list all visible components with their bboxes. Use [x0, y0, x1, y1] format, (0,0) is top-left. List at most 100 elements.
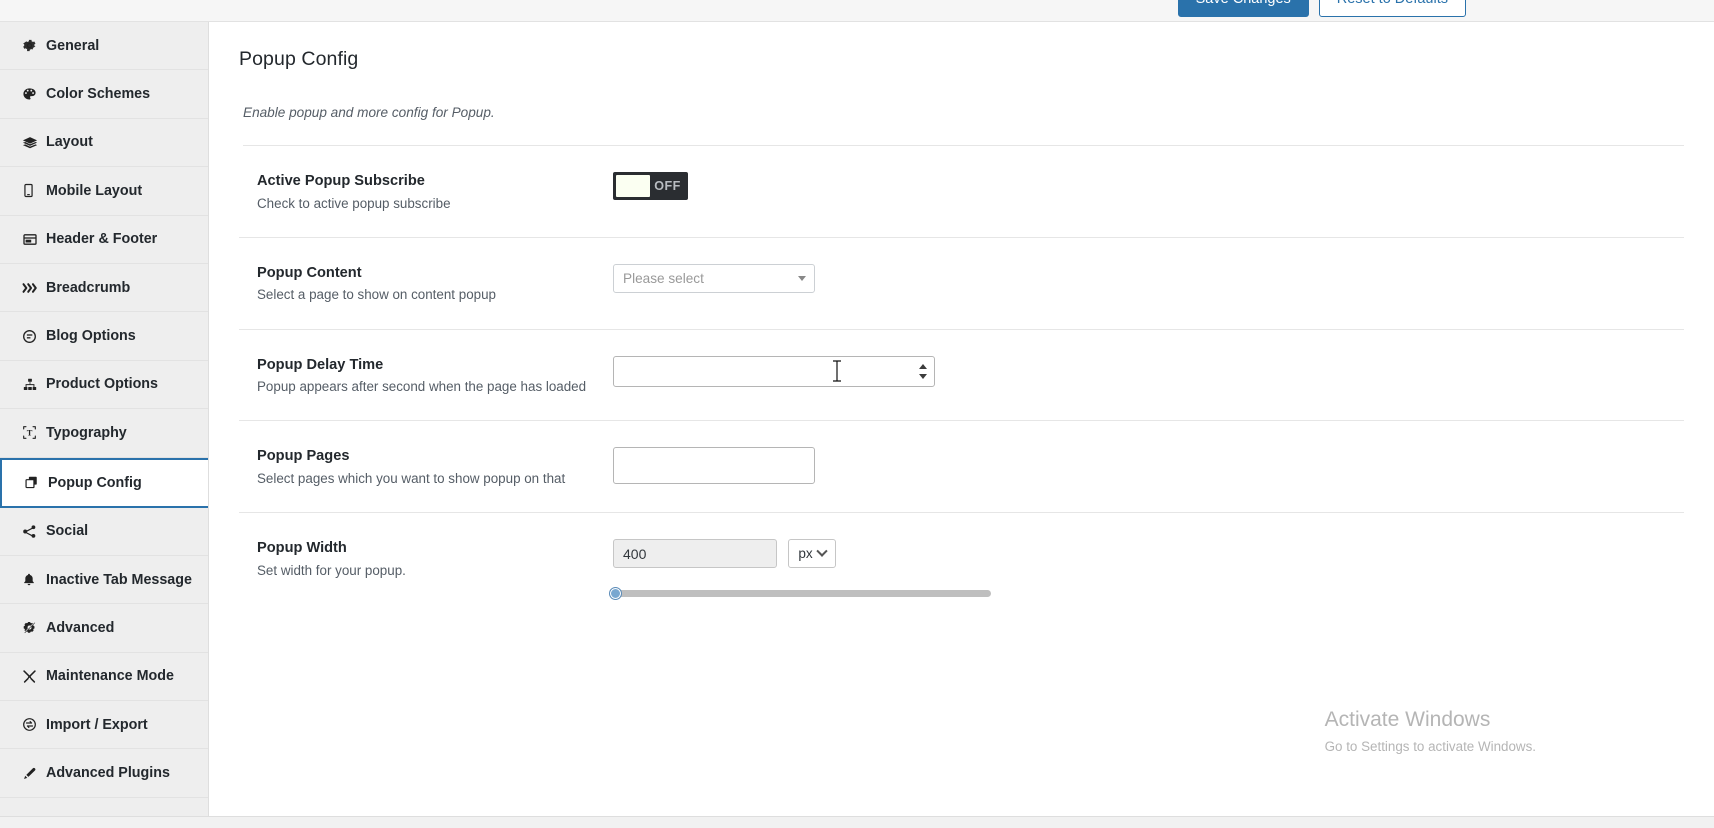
toggle-state-label: OFF	[650, 179, 685, 193]
sidebar-item-label: Advanced Plugins	[46, 765, 170, 781]
cog-slash-icon	[22, 620, 44, 635]
field-label-group: Popup Pages Select pages which you want …	[239, 446, 613, 488]
field-row-popup-pages: Popup Pages Select pages which you want …	[239, 421, 1684, 513]
popup-width-unit-select[interactable]: px	[788, 539, 836, 568]
field-title: Active Popup Subscribe	[257, 172, 613, 192]
field-control-group	[613, 355, 1684, 387]
sidebar-item-typography[interactable]: T Typography	[0, 409, 208, 457]
popup-width-controls: px	[613, 539, 1684, 568]
sidebar-item-import-export[interactable]: Import / Export	[0, 701, 208, 749]
top-action-buttons: Save Changes Reset to Defaults	[1178, 0, 1466, 17]
unit-value-label: px	[798, 546, 812, 561]
watermark-title: Activate Windows	[1325, 707, 1536, 733]
field-title: Popup Pages	[257, 447, 613, 467]
sidebar-item-layout[interactable]: Layout	[0, 119, 208, 167]
field-row-popup-delay-time: Popup Delay Time Popup appears after sec…	[239, 330, 1684, 422]
sidebar-item-label: Typography	[46, 425, 127, 441]
field-control-group: OFF	[613, 171, 1684, 202]
windows-activation-watermark: Activate Windows Go to Settings to activ…	[1325, 707, 1536, 754]
field-description: Popup appears after second when the page…	[257, 378, 613, 396]
save-changes-button[interactable]: Save Changes	[1178, 0, 1309, 17]
active-popup-subscribe-toggle[interactable]: OFF	[613, 172, 688, 200]
field-description: Set width for your popup.	[257, 562, 613, 580]
chevrons-right-icon	[22, 281, 44, 295]
slider-handle[interactable]	[609, 587, 622, 600]
palette-icon	[22, 87, 44, 102]
sidebar-item-label: Product Options	[46, 376, 158, 392]
sidebar-item-header-footer[interactable]: Header & Footer	[0, 216, 208, 264]
sidebar-item-label: Blog Options	[46, 328, 136, 344]
chevron-down-icon	[816, 545, 827, 556]
bottom-strip	[0, 816, 1714, 828]
settings-main-panel: Popup Config Enable popup and more confi…	[209, 22, 1714, 816]
sidebar-item-label: Mobile Layout	[46, 183, 142, 199]
field-control-group: px	[613, 538, 1684, 597]
field-description: Select a page to show on content popup	[257, 286, 613, 304]
field-row-popup-width: Popup Width Set width for your popup. px	[239, 513, 1684, 621]
svg-text:T: T	[27, 428, 33, 438]
sidebar-item-mobile-layout[interactable]: Mobile Layout	[0, 167, 208, 215]
sidebar-item-advanced[interactable]: Advanced	[0, 604, 208, 652]
sidebar-item-popup-config[interactable]: Popup Config	[0, 458, 208, 508]
popup-delay-time-input[interactable]	[614, 357, 914, 386]
sidebar-item-label: Header & Footer	[46, 231, 157, 247]
field-description: Select pages which you want to show popu…	[257, 470, 613, 488]
plug-icon	[22, 766, 44, 781]
mobile-icon	[22, 183, 44, 198]
sidebar-item-social[interactable]: Social	[0, 508, 208, 556]
page-title: Popup Config	[239, 48, 1684, 77]
top-action-bar: Save Changes Reset to Defaults	[0, 0, 1714, 22]
popup-width-input[interactable]	[613, 539, 777, 568]
slider-track[interactable]	[613, 590, 991, 597]
spinner-down-icon[interactable]	[919, 374, 927, 379]
field-control-group: Please select	[613, 263, 1684, 293]
field-control-group	[613, 446, 1684, 484]
sidebar-item-color-schemes[interactable]: Color Schemes	[0, 70, 208, 118]
sidebar-item-maintenance-mode[interactable]: Maintenance Mode	[0, 653, 208, 701]
sidebar-item-label: Advanced	[46, 620, 114, 636]
sidebar-item-label: Layout	[46, 134, 93, 150]
sidebar-item-inactive-tab-message[interactable]: Inactive Tab Message	[0, 556, 208, 604]
field-title: Popup Delay Time	[257, 356, 613, 376]
sidebar-item-label: Color Schemes	[46, 86, 150, 102]
exchange-circle-icon	[22, 717, 44, 732]
field-label-group: Active Popup Subscribe Check to active p…	[239, 171, 613, 213]
circle-blog-icon	[22, 329, 44, 344]
share-nodes-icon	[22, 524, 44, 539]
field-label-group: Popup Content Select a page to show on c…	[239, 263, 613, 305]
popup-width-slider[interactable]	[613, 590, 991, 597]
text-format-icon: T	[22, 425, 44, 440]
sidebar-item-label: Import / Export	[46, 717, 148, 733]
spinner-up-icon[interactable]	[919, 364, 927, 369]
field-title: Popup Width	[257, 539, 613, 559]
window-icon	[22, 232, 44, 247]
sidebar-item-label: Social	[46, 523, 88, 539]
sitemap-icon	[22, 377, 44, 392]
popup-pages-input[interactable]	[613, 447, 815, 484]
sidebar-item-label: General	[46, 38, 99, 54]
sidebar-item-advanced-plugins[interactable]: Advanced Plugins	[0, 749, 208, 797]
popup-content-select[interactable]: Please select	[613, 264, 815, 293]
field-label-group: Popup Delay Time Popup appears after sec…	[239, 355, 613, 397]
chevron-down-icon	[798, 276, 806, 281]
sidebar-item-breadcrumb[interactable]: Breadcrumb	[0, 264, 208, 312]
sidebar-item-label: Popup Config	[48, 475, 142, 491]
field-title: Popup Content	[257, 264, 613, 284]
reset-to-defaults-button[interactable]: Reset to Defaults	[1319, 0, 1466, 17]
toggle-knob	[616, 175, 650, 197]
gear-icon	[22, 38, 44, 53]
field-row-active-popup-subscribe: Active Popup Subscribe Check to active p…	[239, 146, 1684, 238]
sidebar-item-product-options[interactable]: Product Options	[0, 361, 208, 409]
sidebar-item-general[interactable]: General	[0, 22, 208, 70]
panel-body: General Color Schemes Layout Mobile Layo…	[0, 22, 1714, 816]
watermark-subtitle: Go to Settings to activate Windows.	[1325, 739, 1536, 754]
page-description: Enable popup and more config for Popup.	[243, 105, 1684, 146]
popup-delay-time-spinner[interactable]	[613, 356, 935, 387]
clone-windows-icon	[24, 475, 46, 490]
options-panel-window: Save Changes Reset to Defaults General C…	[0, 0, 1714, 828]
field-description: Check to active popup subscribe	[257, 195, 613, 213]
field-label-group: Popup Width Set width for your popup.	[239, 538, 613, 580]
sidebar-item-blog-options[interactable]: Blog Options	[0, 312, 208, 360]
spinner-buttons[interactable]	[914, 357, 934, 386]
tools-icon	[22, 669, 44, 684]
